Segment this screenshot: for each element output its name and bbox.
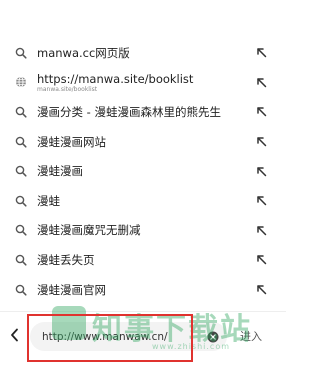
suggestion-item[interactable]: 漫蛙丢失页: [0, 245, 286, 275]
suggestion-item[interactable]: 漫蛙漫画官网: [0, 275, 286, 305]
suggestion-title: 漫蛙: [37, 193, 60, 208]
suggestion-subtitle: manwa.site/booklist: [37, 85, 98, 93]
arrow-up-left-icon[interactable]: [254, 105, 268, 119]
search-icon: [14, 283, 28, 297]
search-icon: [14, 164, 28, 178]
arrow-up-left-icon[interactable]: [254, 253, 268, 267]
suggestion-list: manwa.cc网页版 https://manwa.site/booklist …: [0, 38, 286, 304]
suggestion-title: 漫蛙漫画官网: [37, 282, 106, 297]
suggestion-item[interactable]: 漫画分类 - 漫蛙漫画森林里的熊先生: [0, 97, 286, 127]
globe-icon: [14, 75, 28, 89]
url-input-value: http://www.manwaw.cn/: [42, 330, 168, 343]
suggestion-item[interactable]: 漫蛙漫画网站: [0, 127, 286, 157]
search-icon: [14, 105, 28, 119]
suggestion-item[interactable]: https://manwa.site/booklist manwa.site/b…: [0, 68, 286, 98]
suggestion-item[interactable]: 漫蛙漫画魔咒无删减: [0, 216, 286, 246]
suggestion-title: 漫画分类 - 漫蛙漫画森林里的熊先生: [37, 104, 221, 119]
suggestion-item[interactable]: 漫蛙漫画: [0, 156, 286, 186]
arrow-up-left-icon[interactable]: [254, 194, 268, 208]
clear-button[interactable]: [206, 330, 219, 343]
arrow-up-left-icon[interactable]: [254, 164, 268, 178]
suggestion-title: manwa.cc网页版: [37, 45, 130, 60]
suggestion-item[interactable]: manwa.cc网页版: [0, 38, 286, 68]
search-icon: [14, 253, 28, 267]
enter-button[interactable]: 进入: [234, 328, 268, 346]
arrow-up-left-icon[interactable]: [254, 75, 268, 89]
suggestion-item[interactable]: 漫蛙: [0, 186, 286, 216]
arrow-up-left-icon[interactable]: [254, 283, 268, 297]
url-input[interactable]: http://www.manwaw.cn/: [30, 322, 227, 351]
search-icon: [14, 46, 28, 60]
search-icon: [14, 135, 28, 149]
suggestion-title: 漫蛙丢失页: [37, 252, 95, 267]
suggestion-title: 漫蛙漫画魔咒无删减: [37, 223, 141, 238]
arrow-up-left-icon[interactable]: [254, 135, 268, 149]
chevron-left-icon: [10, 327, 19, 346]
back-button[interactable]: [6, 326, 22, 346]
suggestion-title: 漫蛙漫画网站: [37, 134, 106, 149]
address-bar-container: http://www.manwaw.cn/ 进入: [0, 311, 286, 365]
suggestion-title: 漫蛙漫画: [37, 164, 83, 179]
arrow-up-left-icon[interactable]: [254, 223, 268, 237]
arrow-up-left-icon[interactable]: [254, 46, 268, 60]
clear-circle-icon: [207, 331, 218, 342]
search-icon: [14, 194, 28, 208]
search-icon: [14, 223, 28, 237]
suggestion-title: https://manwa.site/booklist: [37, 71, 194, 86]
